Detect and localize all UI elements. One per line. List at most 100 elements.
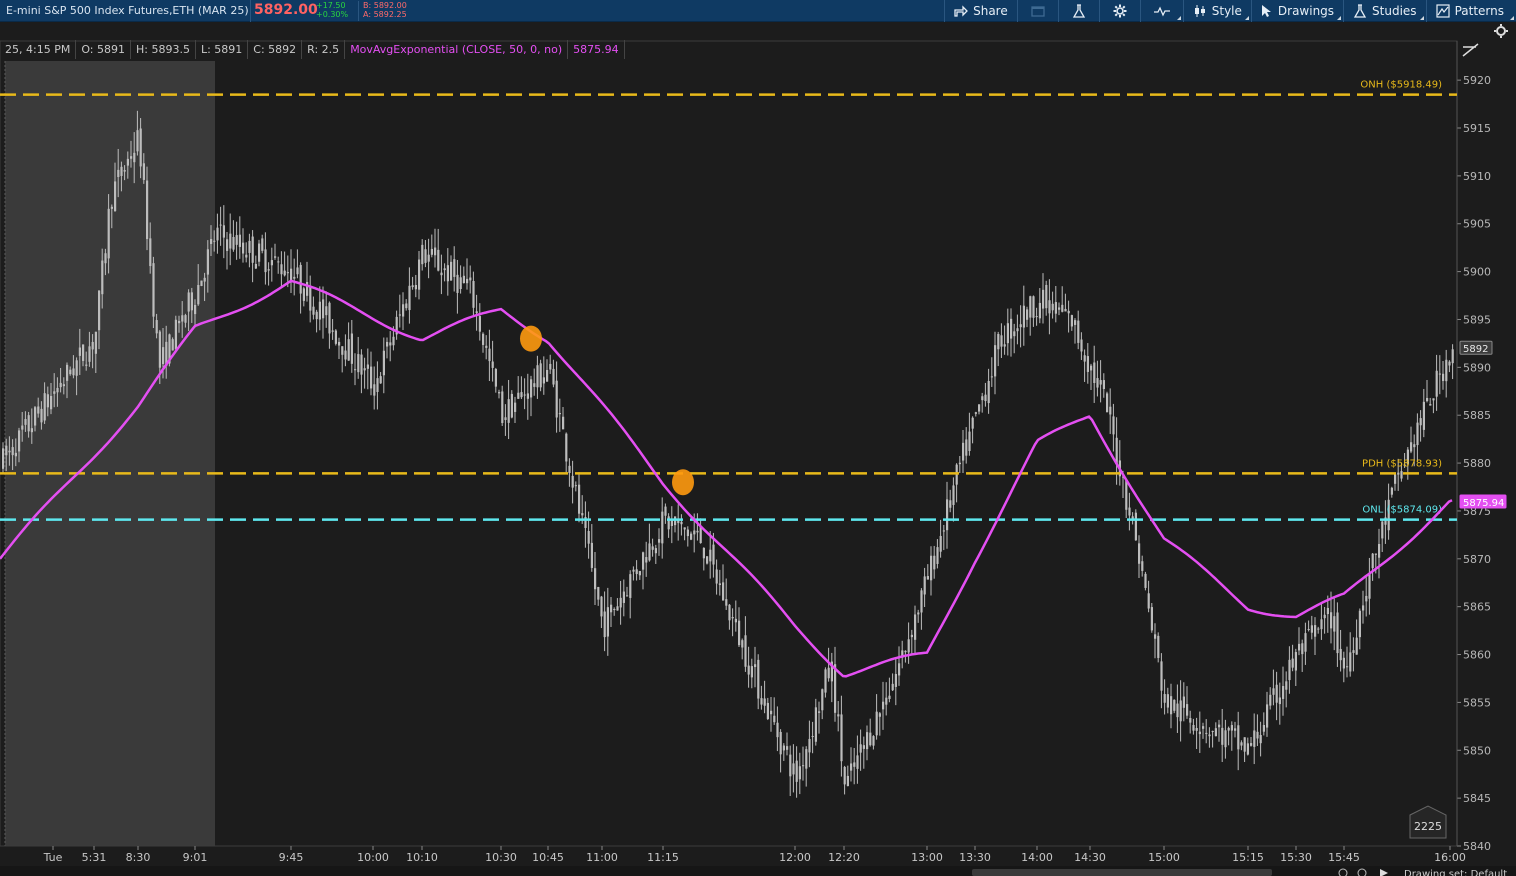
candle-body (5, 445, 8, 456)
candle-body (517, 392, 520, 399)
candle-body (1410, 442, 1413, 452)
candle-body (930, 555, 933, 581)
candle-body (1192, 725, 1195, 731)
candle-body (222, 225, 225, 238)
candle-body (286, 272, 289, 274)
candle-body (194, 304, 197, 315)
candle-body (1227, 727, 1230, 731)
candle-body (606, 607, 609, 637)
x-tick-label: 12:20 (828, 851, 860, 864)
candle-body (280, 264, 283, 275)
candle-body (456, 274, 459, 293)
candle-body (1157, 635, 1160, 658)
gear-icon[interactable] (1494, 24, 1508, 38)
y-tick-label: 5850 (1463, 744, 1491, 757)
candle-body (616, 606, 619, 611)
y-tick-label: 5910 (1463, 170, 1491, 183)
candle-body (146, 180, 149, 240)
price-chart[interactable]: 5840584558505855586058655870587558805885… (0, 0, 1516, 876)
candle-body (1240, 742, 1243, 746)
candle-body (725, 599, 728, 606)
candle-body (1186, 704, 1189, 716)
candle-body (898, 663, 901, 676)
candle-body (718, 583, 721, 585)
candle-body (411, 285, 414, 288)
candle-body (1448, 361, 1451, 366)
candle-body (990, 376, 993, 378)
candle-body (776, 722, 779, 738)
auto-scale-icon[interactable] (1462, 43, 1479, 57)
candle-body (1381, 521, 1384, 539)
candle-body (530, 379, 533, 398)
candle-body (379, 376, 382, 384)
candle-body (488, 348, 491, 362)
candle-body (1195, 727, 1198, 731)
candle-body (936, 547, 939, 564)
candle-body (373, 384, 376, 396)
candle-body (347, 339, 350, 361)
candle-body (1000, 335, 1003, 347)
candle-body (1298, 643, 1301, 651)
candle-body (1333, 616, 1336, 632)
candle-body (386, 341, 389, 347)
candle-body (466, 278, 469, 284)
candle-body (50, 395, 53, 410)
candle-body (270, 260, 273, 266)
candle-body (642, 552, 645, 570)
study-name[interactable]: MovAvgExponential (CLOSE, 50, 0, no) (345, 40, 569, 59)
candle-body (590, 542, 593, 568)
candle-body (1237, 725, 1240, 750)
candle-body (552, 368, 555, 385)
candle-body (350, 333, 353, 364)
candle-body (238, 234, 241, 247)
candle-body (894, 673, 897, 687)
candle-body (962, 442, 965, 461)
x-tick-label: 16:00 (1434, 851, 1466, 864)
candle-body (1378, 543, 1381, 558)
candle-body (1397, 472, 1400, 475)
candle-body (971, 417, 974, 429)
candle-body (120, 166, 123, 176)
candle-body (1013, 331, 1016, 337)
candle-body (1285, 681, 1288, 690)
candle-body (942, 530, 945, 532)
candle-body (370, 366, 373, 389)
candle-body (1038, 302, 1041, 319)
candle-body (1250, 743, 1253, 746)
candle-body (978, 404, 981, 412)
candle-body (142, 163, 145, 180)
candle-body (706, 556, 709, 564)
candle-body (549, 363, 552, 370)
x-tick-label: 12:00 (779, 851, 811, 864)
candle-body (1128, 507, 1131, 516)
candle-body (1282, 686, 1285, 699)
study-value: 5875.94 (568, 40, 625, 59)
candle-body (1432, 398, 1435, 401)
candle-body (283, 270, 286, 276)
candle-body (1029, 296, 1032, 318)
candle-body (786, 746, 789, 750)
candle-body (1272, 688, 1275, 695)
candle-body (670, 520, 673, 526)
candle-body (114, 181, 117, 212)
candle-body (184, 315, 187, 323)
candle-body (1320, 619, 1323, 630)
candle-body (1093, 362, 1096, 383)
x-tick-label: 10:45 (532, 851, 564, 864)
candle-body (709, 549, 712, 562)
time-scrollbar[interactable] (972, 869, 1272, 876)
candle-body (1054, 302, 1057, 314)
candle-body (1230, 725, 1233, 731)
candle-body (987, 380, 990, 404)
candle-body (1150, 607, 1153, 631)
candle-body (136, 130, 139, 152)
candle-body (850, 763, 853, 771)
candle-body (152, 263, 155, 317)
candle-body (216, 227, 219, 241)
y-tick-label: 5890 (1463, 361, 1491, 374)
candle-body (1189, 718, 1192, 723)
candle-body (926, 576, 929, 580)
candle-body (635, 569, 638, 575)
candle-body (437, 249, 440, 271)
candle-body (1051, 303, 1054, 311)
